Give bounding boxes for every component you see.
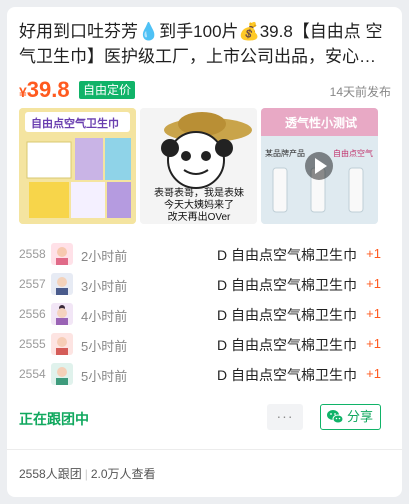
share-label: 分享 (347, 409, 374, 424)
views-count: 2.0万人查看 (90, 467, 156, 481)
meme-caption: 表哥表哥，我是表妹 今天大姨妈来了 改天再出OVer (154, 188, 244, 223)
list-item[interactable]: 2557 3小时前 D 自由点空气棉卫生巾 +1 (19, 270, 391, 300)
group-buy-list: 2558 2小时前 D 自由点空气棉卫生巾 +1 2557 3小时前 D 自由点… (19, 240, 391, 390)
share-button[interactable]: 分享 (320, 404, 381, 430)
list-item[interactable]: 2556 4小时前 D 自由点空气棉卫生巾 +1 (19, 300, 391, 330)
video-sub-right: 自由点空气 (333, 149, 373, 158)
list-item[interactable]: 2555 5小时前 D 自由点空气棉卫生巾 +1 (19, 330, 391, 360)
price-value: 39.8 (26, 77, 70, 102)
video-sub-left: 某品牌产品 (265, 149, 305, 158)
video-thumbnail[interactable]: 透气性小测试 某品牌产品 自由点空气 (261, 108, 378, 224)
avatar (51, 303, 73, 325)
avatar (51, 243, 73, 265)
list-item[interactable]: 2554 5小时前 D 自由点空气棉卫生巾 +1 (19, 360, 391, 390)
followers-count: 2558人跟团 (19, 467, 82, 481)
image-1-caption: 自由点空气卫生巾 (31, 118, 119, 130)
publish-time: 14天前发布 (329, 85, 391, 99)
price: ¥39.8 (19, 77, 70, 103)
pricing-tag: 自由定价 (79, 81, 136, 99)
play-icon[interactable] (305, 152, 333, 180)
wechat-icon (326, 408, 344, 426)
following-status[interactable]: 正在跟团中 (19, 409, 89, 429)
post-title[interactable]: 好用到口吐芬芳💧到手100片💰39.8【自由点 空气卫生巾】医护级工厂，上市公司… (19, 19, 389, 69)
image-gallery: 自由点空气卫生巾 表哥表哥，我是表妹 今天大姨妈来了 改天再出OVer 透气性小… (19, 108, 379, 224)
product-image-1[interactable]: 自由点空气卫生巾 (19, 108, 136, 224)
avatar (51, 273, 73, 295)
separator: | (84, 467, 88, 481)
list-item[interactable]: 2558 2小时前 D 自由点空气棉卫生巾 +1 (19, 240, 391, 270)
divider (7, 449, 402, 450)
more-button[interactable]: ··· (267, 404, 303, 430)
meme-image[interactable]: 表哥表哥，我是表妹 今天大姨妈来了 改天再出OVer (140, 108, 257, 224)
avatar (51, 333, 73, 355)
video-caption: 透气性小测试 (285, 116, 358, 130)
avatar (51, 363, 73, 385)
group-buy-card[interactable]: 好用到口吐芬芳💧到手100片💰39.8【自由点 空气卫生巾】医护级工厂，上市公司… (7, 7, 402, 497)
price-currency: ¥ (19, 84, 27, 100)
stats-footer: 2558人跟团 | 2.0万人查看 (19, 465, 156, 482)
price-row: ¥39.8 自由定价 14天前发布 (19, 77, 391, 105)
